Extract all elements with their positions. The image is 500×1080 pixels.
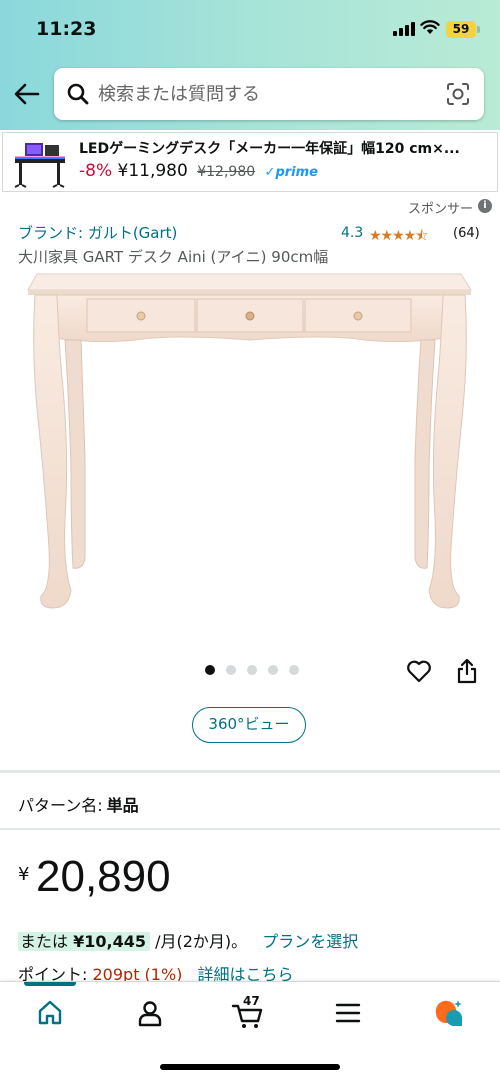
view-360-button[interactable]: 360°ビュー	[192, 707, 306, 743]
status-time: 11:23	[36, 18, 97, 40]
pattern-value: 単品	[106, 796, 139, 815]
cart-count: 47	[243, 994, 260, 1008]
carousel-dot[interactable]	[247, 665, 257, 675]
carousel-dot[interactable]	[289, 665, 299, 675]
product-image[interactable]	[25, 268, 475, 628]
share-icon[interactable]	[456, 657, 478, 685]
wifi-icon	[420, 20, 440, 34]
installment-suffix: /月(2か月)。	[155, 932, 248, 951]
camera-lens-icon[interactable]	[444, 80, 472, 108]
select-plan-link[interactable]: プランを選択	[262, 932, 358, 951]
installment-amount: ¥10,445	[73, 932, 146, 951]
rufus-icon[interactable]	[432, 996, 466, 1030]
ad-price-row: -8% ¥11,980 ¥12,980 ✓prime	[79, 161, 318, 181]
section-divider	[0, 828, 500, 830]
menu-icon[interactable]	[331, 996, 365, 1030]
ad-title[interactable]: LEDゲーミングデスク「メーカー一年保証」幅120 cm×...	[79, 138, 493, 158]
installment-row: または ¥10,445 /月(2か月)。 プランを選択	[18, 928, 358, 952]
currency-symbol: ¥	[18, 864, 30, 885]
battery-tip	[477, 26, 480, 33]
carousel-dot[interactable]	[268, 665, 278, 675]
pattern-selector[interactable]: パターン名: 単品	[18, 792, 139, 816]
pattern-label: パターン名:	[18, 796, 103, 815]
battery-icon: 59	[446, 21, 476, 38]
back-arrow-icon[interactable]	[12, 80, 42, 108]
star-rating[interactable]: ★★★★⯪	[369, 225, 428, 249]
rating-value[interactable]: 4.3	[341, 225, 363, 241]
heart-icon[interactable]	[406, 659, 432, 683]
home-indicator	[160, 1064, 340, 1070]
status-bar: 11:23 59	[0, 0, 500, 60]
home-icon[interactable]	[33, 996, 67, 1030]
rating-count[interactable]: (64)	[453, 226, 480, 241]
account-icon[interactable]	[133, 996, 167, 1030]
installment-prefix: または	[20, 932, 69, 951]
sponsored-ad-banner[interactable]: LEDゲーミングデスク「メーカー一年保証」幅120 cm×... -8% ¥11…	[2, 132, 498, 192]
price-value: 20,890	[36, 852, 171, 901]
ad-was-price: ¥12,980	[197, 164, 256, 180]
carousel-dot-active[interactable]	[205, 665, 215, 675]
signal-icon	[393, 22, 415, 36]
search-input[interactable]	[98, 68, 428, 120]
gaming-desk-thumbnail	[14, 143, 65, 188]
carousel-dot[interactable]	[226, 665, 236, 675]
ad-price: ¥11,980	[117, 161, 188, 181]
header: 11:23 59	[0, 0, 500, 130]
search-icon	[67, 83, 89, 105]
active-tab-indicator	[24, 982, 76, 986]
prime-badge: ✓prime	[264, 165, 318, 180]
info-icon[interactable]: i	[478, 199, 492, 213]
ad-discount: -8%	[79, 161, 113, 181]
section-divider	[0, 770, 500, 773]
brand-link[interactable]: ブランド: ガルト(Gart)	[18, 222, 177, 243]
installment-highlight: または ¥10,445	[18, 932, 150, 951]
search-bar[interactable]	[54, 68, 484, 120]
sponsored-label: スポンサー	[408, 202, 474, 217]
product-title: 大川家具 GART デスク Aini (アイニ) 90cm幅	[18, 248, 329, 266]
